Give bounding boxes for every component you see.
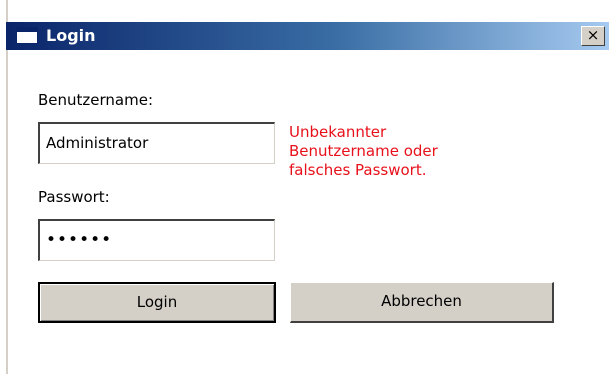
username-label: Benutzername:	[38, 91, 154, 109]
cancel-button[interactable]: Abbrechen	[290, 282, 554, 323]
title-bar: Login ×	[6, 22, 609, 50]
error-message: Unbekannter Benutzername oder falsches P…	[289, 123, 509, 180]
login-button[interactable]: Login	[38, 282, 276, 323]
password-field[interactable]: ••••••	[38, 219, 275, 261]
username-field[interactable]: Administrator	[38, 122, 275, 164]
password-label: Passwort:	[38, 188, 110, 206]
close-icon: ×	[586, 26, 600, 44]
error-line: Unbekannter	[289, 123, 387, 141]
error-line: Benutzername oder	[289, 142, 438, 160]
error-line: falsches Passwort.	[289, 161, 427, 179]
close-button[interactable]: ×	[581, 26, 605, 46]
window-title: Login	[46, 26, 96, 45]
window-app-icon	[16, 27, 38, 44]
